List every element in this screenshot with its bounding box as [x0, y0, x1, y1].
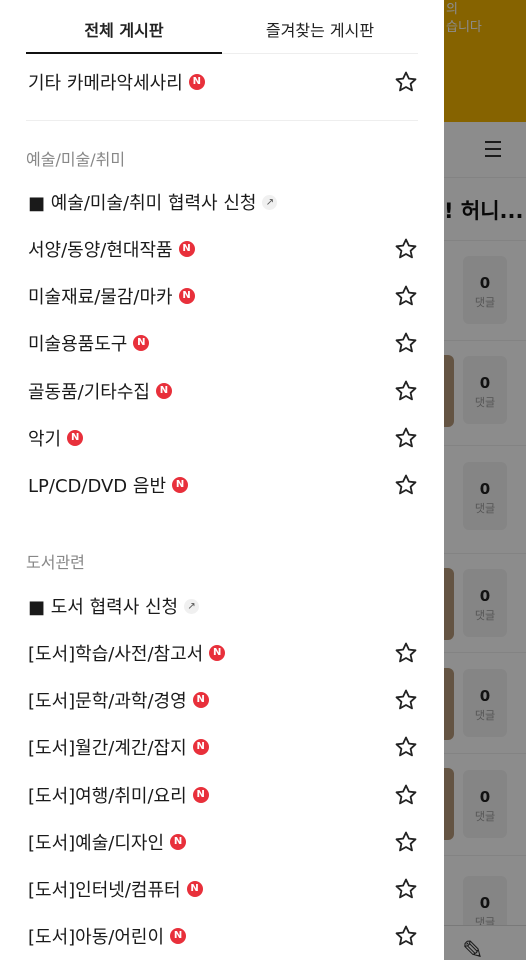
partner-link-label: ■ 예술/미술/취미 협력사 신청	[28, 193, 257, 214]
new-badge-icon: N	[178, 288, 195, 304]
new-badge-icon: N	[172, 477, 188, 493]
section-heading-books: 도서관련	[26, 553, 85, 572]
board-item[interactable]: [도서]월간/계간/잡지 N	[28, 727, 424, 767]
board-item[interactable]: 골동품/기타수집 N	[28, 371, 424, 411]
star-outline-icon[interactable]	[394, 284, 418, 308]
board-item[interactable]: LP/CD/DVD 음반 N	[28, 465, 424, 505]
board-item[interactable]: [도서]아동/어린이 N	[28, 916, 424, 956]
star-outline-icon[interactable]	[394, 924, 418, 948]
new-badge-icon: N	[192, 739, 209, 755]
board-item-label: 골동품/기타수집	[28, 382, 150, 403]
drawer-tabs: 전체 게시판 즐겨찾는 게시판	[26, 0, 418, 54]
board-item[interactable]: 미술용품도구 N	[28, 323, 424, 363]
new-badge-icon: N	[192, 692, 209, 708]
new-badge-icon: N	[178, 241, 195, 257]
board-drawer: 전체 게시판 즐겨찾는 게시판 기타 카메라악세사리 N 예술/미술/취미 ■ …	[0, 0, 444, 960]
new-badge-icon: N	[188, 74, 205, 90]
board-item[interactable]: [도서]학습/사전/참고서 N	[28, 633, 424, 673]
board-item[interactable]: 기타 카메라악세사리 N	[28, 62, 424, 102]
board-item-label: [도서]월간/계간/잡지	[28, 738, 187, 759]
divider	[26, 120, 418, 121]
board-item-label: [도서]여행/취미/요리	[28, 786, 187, 807]
board-item[interactable]: 미술재료/물감/마카 N	[28, 276, 424, 316]
board-item-label: [도서]아동/어린이	[28, 927, 165, 948]
board-item-label: 기타 카메라악세사리	[28, 73, 183, 94]
new-badge-icon: N	[67, 430, 84, 446]
external-link-icon: ↗	[184, 598, 200, 614]
partner-apply-link-books[interactable]: ■ 도서 협력사 신청 ↗	[28, 586, 424, 626]
star-outline-icon[interactable]	[394, 783, 418, 807]
board-item-label: 미술재료/물감/마카	[28, 287, 173, 308]
partner-apply-link-art[interactable]: ■ 예술/미술/취미 협력사 신청 ↗	[28, 182, 424, 222]
star-outline-icon[interactable]	[394, 641, 418, 665]
external-link-icon: ↗	[262, 194, 278, 210]
board-item-label: 악기	[28, 429, 62, 450]
new-badge-icon: N	[170, 928, 187, 944]
star-outline-icon[interactable]	[394, 735, 418, 759]
star-outline-icon[interactable]	[394, 830, 418, 854]
partner-link-label: ■ 도서 협력사 신청	[28, 597, 179, 618]
board-item-label: 미술용품도구	[28, 334, 128, 355]
board-item-label: [도서]인터넷/컴퓨터	[28, 880, 181, 901]
tab-all-boards[interactable]: 전체 게시판	[26, 0, 222, 54]
star-outline-icon[interactable]	[394, 473, 418, 497]
section-heading-art: 예술/미술/취미	[26, 150, 126, 169]
board-item-label: [도서]예술/디자인	[28, 833, 165, 854]
star-outline-icon[interactable]	[394, 331, 418, 355]
board-item[interactable]: [도서]인터넷/컴퓨터 N	[28, 869, 424, 909]
tab-favorite-boards[interactable]: 즐겨찾는 게시판	[222, 0, 418, 53]
star-outline-icon[interactable]	[394, 237, 418, 261]
new-badge-icon: N	[192, 787, 209, 803]
new-badge-icon: N	[170, 834, 187, 850]
board-item[interactable]: 악기 N	[28, 418, 424, 458]
board-item-label: [도서]문학/과학/경영	[28, 691, 187, 712]
new-badge-icon: N	[155, 383, 172, 399]
board-item-label: 서양/동양/현대작품	[28, 240, 173, 261]
board-item[interactable]: [도서]문학/과학/경영 N	[28, 680, 424, 720]
star-outline-icon[interactable]	[394, 688, 418, 712]
star-outline-icon[interactable]	[394, 70, 418, 94]
new-badge-icon: N	[133, 335, 150, 351]
board-item[interactable]: 서양/동양/현대작품 N	[28, 229, 424, 269]
board-item[interactable]: [도서]예술/디자인 N	[28, 822, 424, 862]
new-badge-icon: N	[186, 881, 203, 897]
star-outline-icon[interactable]	[394, 379, 418, 403]
board-item-label: [도서]학습/사전/참고서	[28, 644, 204, 665]
star-outline-icon[interactable]	[394, 426, 418, 450]
board-item-label: LP/CD/DVD 음반	[28, 476, 166, 497]
new-badge-icon: N	[209, 645, 226, 661]
star-outline-icon[interactable]	[394, 877, 418, 901]
board-item[interactable]: [도서]여행/취미/요리 N	[28, 775, 424, 815]
dim-overlay[interactable]	[444, 0, 526, 960]
